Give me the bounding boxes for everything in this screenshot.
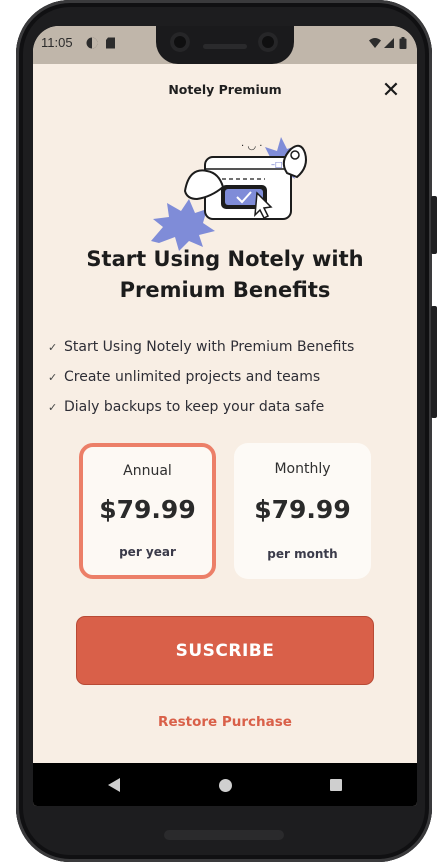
power-button: [431, 196, 437, 254]
plan-card-monthly[interactable]: Monthly $79.99 per month: [234, 443, 371, 579]
feature-list: ✓ Start Using Notely with Premium Benefi…: [48, 332, 398, 422]
subscribe-button[interactable]: SUSCRIBE: [76, 616, 374, 685]
page-title: Notely Premium: [168, 82, 282, 97]
camera-notch: [156, 26, 294, 64]
back-icon[interactable]: [108, 778, 120, 792]
premium-illustration: –□× · ◡ ·: [151, 137, 307, 251]
plan-price: $79.99: [99, 495, 196, 524]
plan-card-annual[interactable]: Annual $79.99 per year: [79, 443, 216, 579]
check-icon: ✓: [48, 340, 58, 354]
front-camera: [170, 32, 190, 52]
plan-name: Monthly: [274, 461, 331, 477]
check-icon: ✓: [48, 400, 58, 414]
check-icon: ✓: [48, 370, 58, 384]
wifi-icon: [369, 38, 381, 48]
feature-text: Start Using Notely with Premium Benefits: [64, 339, 355, 355]
status-time: 11:05: [41, 35, 73, 50]
app-screen: 11:05 Notely Premium ✕ –□× · ◡ · Start U…: [33, 26, 417, 806]
earpiece-speaker: [203, 44, 247, 49]
home-icon[interactable]: [219, 779, 232, 792]
data-saver-icon: [86, 37, 98, 49]
close-button[interactable]: ✕: [379, 79, 403, 103]
plan-period: per month: [267, 547, 338, 561]
feature-item: ✓ Start Using Notely with Premium Benefi…: [48, 332, 398, 362]
sd-card-icon: [106, 37, 115, 49]
feature-item: ✓ Create unlimited projects and teams: [48, 362, 398, 392]
svg-text:· ◡ ·: · ◡ ·: [241, 141, 262, 152]
plan-name: Annual: [123, 463, 172, 479]
restore-purchase-link[interactable]: Restore Purchase: [33, 714, 417, 730]
bottom-speaker: [164, 830, 284, 840]
plan-price: $79.99: [254, 495, 351, 524]
feature-text: Create unlimited projects and teams: [64, 369, 321, 385]
close-icon: ✕: [381, 78, 401, 103]
signal-icon: [384, 38, 394, 48]
system-nav-bar: [33, 763, 417, 806]
volume-button: [431, 306, 437, 418]
recents-icon[interactable]: [330, 779, 342, 791]
plan-period: per year: [119, 545, 176, 559]
battery-icon: [399, 37, 407, 49]
feature-text: Dialy backups to keep your data safe: [64, 399, 325, 415]
feature-item: ✓ Dialy backups to keep your data safe: [48, 392, 398, 422]
headline: Start Using Notely with Premium Benefits: [86, 247, 364, 302]
front-camera: [258, 32, 278, 52]
